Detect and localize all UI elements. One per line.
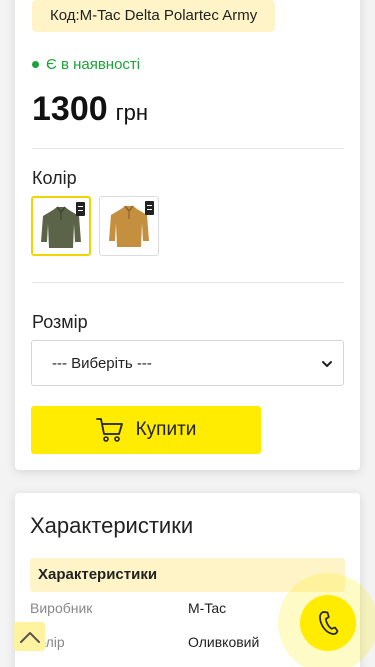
buy-button-label: Купити <box>135 419 197 440</box>
color-label: Колір <box>32 168 77 188</box>
brand-tag-icon <box>145 201 154 215</box>
brand-tag-icon <box>76 202 85 216</box>
phone-icon <box>319 611 339 635</box>
size-label: Розмір <box>32 312 88 332</box>
buy-button[interactable]: Купити <box>31 406 261 454</box>
scroll-top-button[interactable] <box>14 622 45 651</box>
in-stock-dot-icon <box>32 61 39 68</box>
stock-status-text: Є в наявності <box>46 56 141 73</box>
color-swatch-coyote[interactable] <box>99 196 159 256</box>
divider <box>32 148 344 149</box>
stock-status: Є в наявності <box>32 56 140 73</box>
characteristics-title: Характеристики <box>30 513 194 538</box>
table-row-key: Виробник <box>30 600 93 616</box>
color-swatch-olive[interactable] <box>31 196 91 256</box>
product-card: Код:M-Tac Delta Polartec Army Є в наявно… <box>15 0 360 470</box>
chevron-down-icon <box>322 361 332 367</box>
table-row-value: M-Tac <box>188 600 227 616</box>
call-button[interactable] <box>300 595 356 651</box>
divider <box>32 282 344 283</box>
chevron-up-icon <box>19 631 40 643</box>
sku-badge: Код:M-Tac Delta Polartec Army <box>32 0 276 32</box>
price: 1300 грн <box>32 90 148 129</box>
table-row-value: Оливковий <box>188 634 260 650</box>
size-select-value: --- Виберіть --- <box>52 354 152 372</box>
price-currency: грн <box>115 100 149 125</box>
size-select[interactable]: --- Виберіть --- <box>31 340 344 386</box>
cart-icon <box>95 418 123 442</box>
price-amount: 1300 <box>32 90 108 128</box>
